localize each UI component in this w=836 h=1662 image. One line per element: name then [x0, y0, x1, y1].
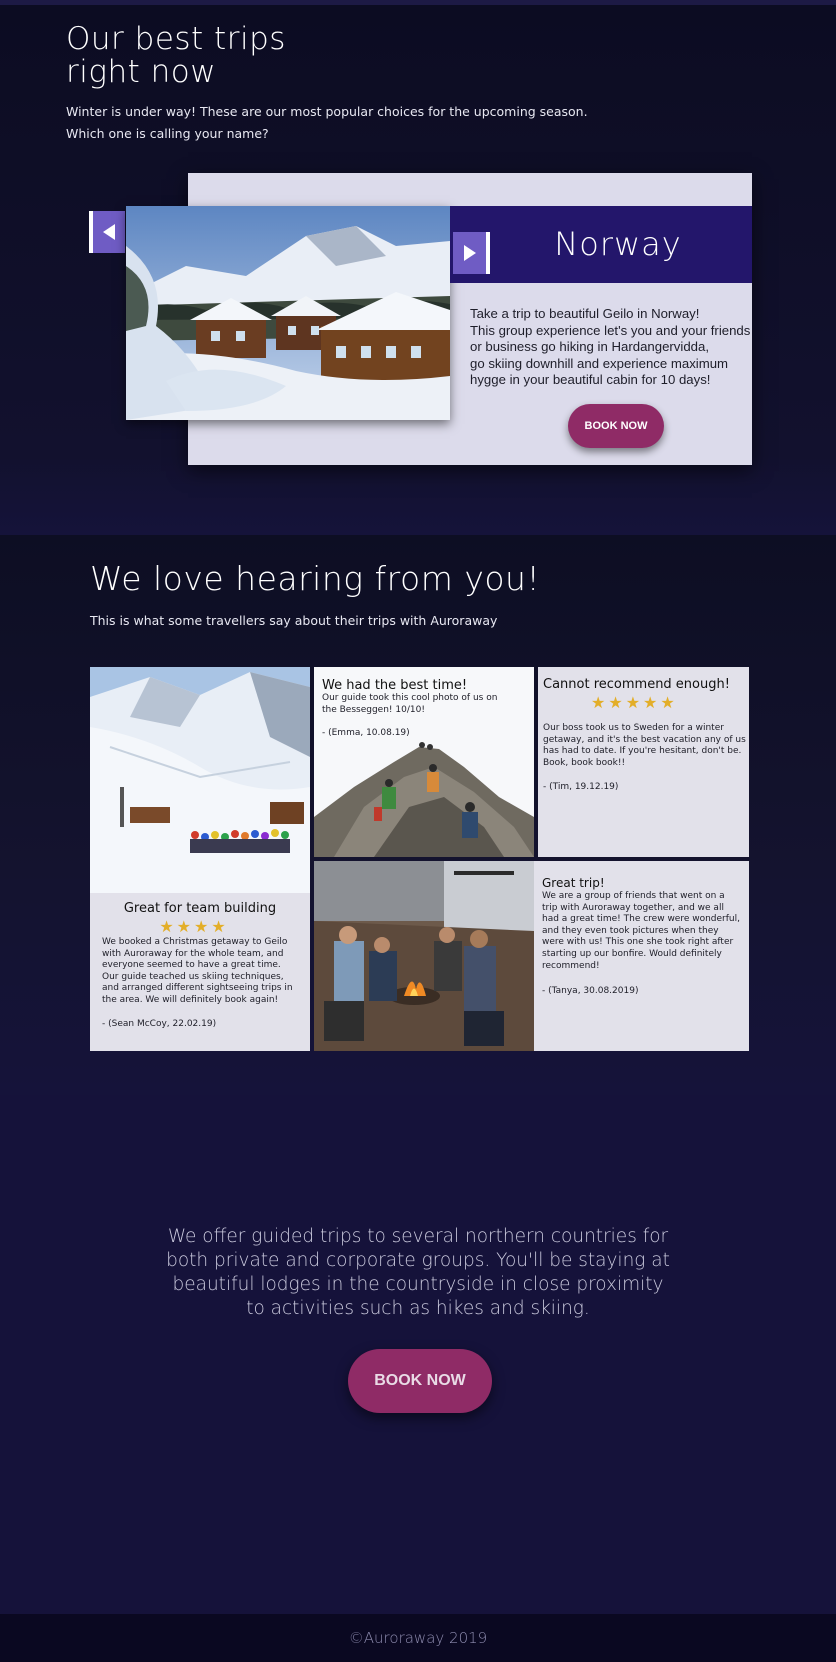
trip-title: Norway	[554, 225, 682, 263]
review-text-line: has had to date. If you're hesitant, don…	[543, 746, 742, 757]
star-icon: ★★★★★	[591, 693, 678, 712]
hero-lead-line1: Winter is under way! These are our most …	[66, 104, 588, 119]
review-card-tanya: Great trip! We are a group of friends th…	[534, 861, 749, 1051]
testimonials-title: We love hearing from you!	[90, 559, 541, 598]
review-card-emma: We had the best time! Our guide took thi…	[314, 667, 534, 857]
offer-text-line: to activities such as hikes and skiing.	[246, 1298, 590, 1319]
review-title: We had the best time!	[322, 678, 468, 693]
trip-description: Take a trip to beautiful Geilo in Norway…	[470, 306, 751, 389]
review-card-sean: Great for team building ★★★★ We booked a…	[90, 893, 310, 1051]
offer-text-line: We offer guided trips to several norther…	[167, 1226, 669, 1247]
review-author: - (Sean McCoy, 22.02.19)	[102, 1019, 217, 1029]
hero-lead: Winter is under way! These are our most …	[66, 101, 626, 145]
review-text-line: had a great time! The crew were wonderfu…	[542, 914, 740, 925]
review-text-line: everyone seemed to have a great time.	[102, 960, 281, 971]
offer-text-line: beautiful lodges in the countryside in c…	[172, 1274, 664, 1295]
review-text-line: the area. We will definitely book again!	[102, 994, 279, 1005]
review-text-line: Our guide took this cool photo of us on	[322, 693, 498, 703]
trip-description-line: go skiing downhill and experience maximu…	[470, 355, 729, 371]
trip-card-header: Norway	[450, 206, 752, 283]
review-text-line: starting up our bonfire. Would definitel…	[542, 948, 722, 959]
review-card-tim: Cannot recommend enough! ★★★★★ Our boss …	[538, 667, 749, 857]
trip-photo-geilo-village	[126, 206, 450, 420]
copyright-text: ©Auroraway 2019	[348, 1629, 488, 1647]
arrow-left-icon	[103, 224, 115, 240]
review-photo-ski-resort	[90, 667, 310, 893]
review-text-line: were with us! This one she took right af…	[542, 937, 734, 948]
review-author: - (Tim, 19.12.19)	[543, 782, 619, 792]
review-title: Cannot recommend enough!	[543, 677, 730, 692]
review-author: - (Emma, 10.08.19)	[322, 728, 410, 738]
hero-title-line1: Our best trips	[66, 21, 286, 57]
review-text-line: Book, book book!!	[543, 757, 626, 768]
review-title: Great trip!	[542, 876, 605, 890]
offer-text-line: both private and corporate groups. You'l…	[166, 1250, 670, 1271]
trip-book-now-button[interactable]: BOOK NOW	[568, 404, 664, 448]
offer-book-now-button[interactable]: BOOK NOW	[348, 1349, 492, 1413]
review-text: Our guide took this cool photo of us on …	[322, 693, 532, 716]
testimonials-subtitle: This is what some travellers say about t…	[90, 613, 498, 628]
trip-description-line: hygge in your beautiful cabin for 10 day…	[470, 372, 711, 387]
review-text-line: We are a group of friends that went on a	[542, 891, 725, 901]
hero-title-line2: right now	[66, 54, 217, 90]
review-text: Our boss took us to Sweden for a winter …	[543, 723, 749, 769]
star-rating: ★★★★	[90, 917, 298, 936]
arrow-right-icon	[463, 245, 476, 261]
review-text-line: with Auroraway for the whole team, and	[102, 948, 284, 959]
hero-title: Our best trips right now	[66, 23, 286, 89]
hero-lead-line2: Which one is calling your name?	[66, 126, 269, 141]
review-photo-bonfire	[314, 861, 534, 1051]
next-trip-button[interactable]	[453, 232, 490, 274]
review-text: We are a group of friends that went on a…	[542, 891, 747, 972]
offer-text: We offer guided trips to several norther…	[150, 1225, 686, 1321]
review-text-line: Our guide teached us skiing techniques,	[102, 971, 284, 982]
review-text-line: trip with Auroraway together, and we all	[542, 902, 724, 913]
review-text-line: We booked a Christmas getaway to Geilo	[102, 937, 288, 947]
review-text-line: and they even took pictures when they	[542, 925, 719, 936]
trip-description-line: This group experience let's you and your…	[470, 322, 751, 338]
review-text-line: getaway, and it's the best vacation any …	[543, 734, 746, 745]
trip-description-line: Take a trip to beautiful Geilo in Norway…	[470, 306, 700, 321]
review-title: Great for team building	[123, 901, 277, 916]
star-rating: ★★★★★	[591, 693, 678, 712]
footer: ©Auroraway 2019	[0, 1614, 836, 1662]
review-text-line: the Besseggen! 10/10!	[322, 704, 425, 715]
trip-description-line: or business go hiking in Hardangervidda,	[470, 339, 709, 354]
review-text-line: recommend!	[542, 960, 600, 971]
review-text-line: Our boss took us to Sweden for a winter	[543, 723, 724, 733]
review-author: - (Tanya, 30.08.2019)	[542, 986, 639, 996]
previous-trip-button[interactable]	[89, 211, 125, 253]
star-icon: ★★★★	[159, 917, 229, 936]
review-text: We booked a Christmas getaway to Geilo w…	[102, 937, 308, 1007]
review-text-line: and arranged different sightseeing trips…	[102, 983, 293, 994]
